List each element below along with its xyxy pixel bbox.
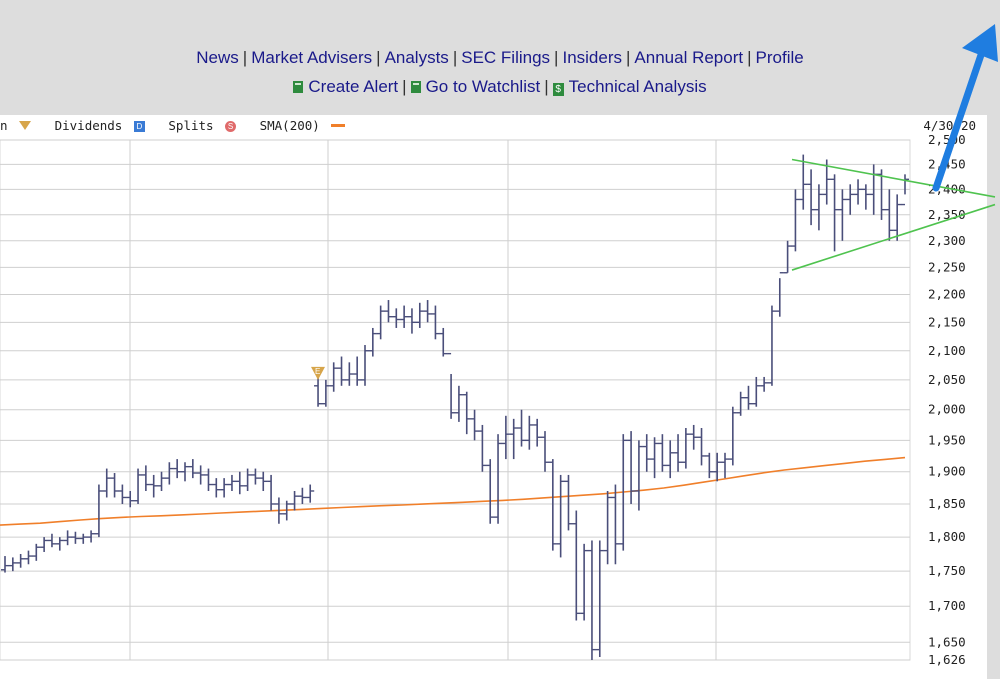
stock-chart: 1,626 1,650 1,700 1,750 1,800 1,850 1,900 1,950… [0,24,998,667]
y-tick-label: 1,700 [928,598,966,613]
y-tick-label: 1,800 [928,529,966,544]
earnings-event-letter: E [315,367,320,376]
y-tick-label: 2,000 [928,402,966,417]
y-tick-label: 2,050 [928,372,966,387]
y-tick-label: 2,150 [928,314,966,329]
y-tick-label: 1,950 [928,432,966,447]
y-tick-label: 2,500 [928,132,966,147]
y-tick-label: 1,626 [928,652,966,667]
y-tick-label: 2,300 [928,233,966,248]
y-tick-label: 2,100 [928,343,966,358]
y-tick-label: 1,850 [928,496,966,511]
y-tick-label: 2,250 [928,259,966,274]
y-tick-label: 1,750 [928,563,966,578]
y-tick-label: 1,900 [928,464,966,479]
y-tick-label: 1,650 [928,634,966,649]
plot-area [0,139,911,661]
y-tick-label: 2,200 [928,287,966,302]
